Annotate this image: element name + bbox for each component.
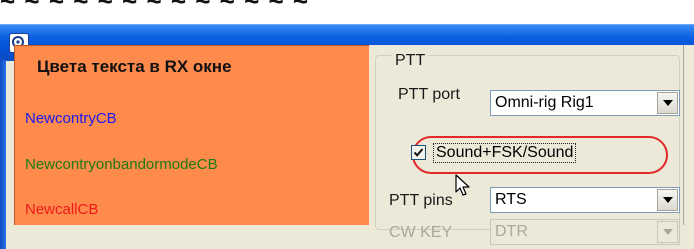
color-item-newcountry[interactable]: NewcontryCB [25, 110, 117, 127]
ptt-port-select[interactable]: Omni-rig Rig1 [490, 90, 680, 116]
ptt-port-label: PTT port [398, 86, 460, 103]
ptt-pins-label: PTT pins [389, 192, 453, 209]
ptt-area: PTT PTT port Omni-rig Rig1 Sound+FSK/Sou… [369, 45, 694, 245]
sound-fsk-option[interactable]: Sound+FSK/Sound [402, 136, 668, 174]
rx-colors-panel: Цвета текста в RX окне NewcontryCB Newco… [14, 45, 369, 225]
chevron-down-icon[interactable] [657, 221, 678, 243]
cw-key-label: CW KEY [389, 224, 453, 241]
chevron-down-icon[interactable] [657, 189, 678, 211]
color-item-newcall[interactable]: NewcallCB [25, 201, 98, 218]
mouse-cursor-icon [455, 174, 470, 196]
color-item-newcountry-band-mode[interactable]: NewcontryonbandormodeCB [25, 156, 218, 173]
background-document-strip: ~ ~ ~ ~ ~ ~ ~ ~ ~ ~ ~ ~ ~ [0, 0, 694, 26]
ptt-group-title: PTT [392, 52, 429, 70]
sound-fsk-label[interactable]: Sound+FSK/Sound [433, 143, 577, 163]
ptt-port-value: Omni-rig Rig1 [495, 94, 594, 111]
ptt-pins-value: RTS [495, 191, 527, 208]
rx-colors-title: Цвета текста в RX окне [37, 57, 232, 76]
cw-key-select[interactable]: DTR [490, 219, 680, 245]
ptt-pins-select[interactable]: RTS [490, 187, 680, 213]
chevron-down-icon[interactable] [657, 92, 678, 114]
cw-key-value: DTR [495, 223, 528, 240]
adjacent-panel-edge [683, 45, 694, 225]
background-text-fragment: ~ ~ ~ ~ ~ ~ ~ ~ ~ ~ ~ ~ ~ [0, 0, 310, 16]
sound-fsk-checkbox[interactable] [411, 145, 426, 160]
window-frame-left [0, 60, 6, 249]
